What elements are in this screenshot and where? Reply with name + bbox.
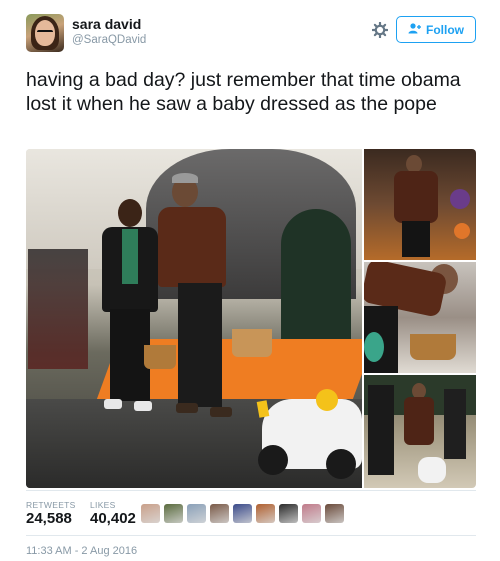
man-shoe-left: [176, 403, 198, 413]
woman-shoe-left: [104, 399, 122, 409]
likes-count: 40,402: [90, 510, 136, 527]
avatar-glasses: [37, 30, 53, 34]
photo-side-3[interactable]: [364, 375, 476, 488]
retweets-count: 24,588: [26, 510, 72, 527]
man-sweater-3: [404, 397, 434, 445]
toy-car-wheel-back: [326, 449, 356, 479]
green-door: [281, 209, 351, 339]
follow-button-label: Follow: [426, 22, 464, 37]
liker-avatar[interactable]: [233, 504, 252, 523]
toy-car-wheel-front: [258, 445, 288, 475]
media-grid: [26, 149, 476, 488]
woman-shoe-right: [134, 401, 152, 411]
divider-top: [26, 490, 476, 491]
liker-avatar[interactable]: [141, 504, 160, 523]
liker-avatar[interactable]: [256, 504, 275, 523]
man-sweater-1: [394, 171, 438, 223]
basket-3: [410, 334, 456, 360]
toy-car-3: [418, 457, 446, 483]
liker-avatar[interactable]: [279, 504, 298, 523]
user-names[interactable]: sara david @SaraQDavid: [72, 16, 146, 48]
man-shoe-right: [210, 407, 232, 417]
woman-figure-3: [368, 385, 394, 475]
woman-shirt: [122, 229, 138, 284]
likes-label: LIKES: [90, 500, 116, 510]
avatar[interactable]: [26, 14, 64, 52]
display-name[interactable]: sara david: [72, 16, 146, 33]
timestamp[interactable]: 11:33 AM - 2 Aug 2016: [26, 545, 137, 557]
photo-main[interactable]: [26, 149, 362, 488]
basket-1: [144, 345, 176, 369]
balloon-1: [450, 189, 470, 209]
user-handle[interactable]: @SaraQDavid: [72, 33, 146, 48]
liker-avatar[interactable]: [164, 504, 183, 523]
divider-bottom: [26, 535, 476, 536]
photo-side-1[interactable]: [364, 149, 476, 260]
balloon-2: [364, 332, 384, 362]
tweet-text: having a bad day? just remember that tim…: [26, 69, 461, 115]
liker-avatars: [141, 504, 344, 524]
basket-2: [232, 329, 272, 357]
liker-avatar[interactable]: [210, 504, 229, 523]
retweets-stat[interactable]: RETWEETS 24,588: [26, 500, 76, 528]
man-hair: [172, 173, 198, 183]
tweet-header: sara david @SaraQDavid Follow: [26, 14, 476, 58]
agent-suit: [444, 389, 466, 459]
liker-avatar[interactable]: [302, 504, 321, 523]
gear-icon[interactable]: [371, 21, 389, 39]
liker-avatar[interactable]: [325, 504, 344, 523]
man-pants-1: [402, 221, 430, 257]
man-sweater: [158, 207, 226, 287]
follow-button[interactable]: Follow: [396, 16, 476, 43]
man-pants: [178, 283, 222, 407]
pumpkin-1: [454, 223, 470, 239]
crowd-left: [28, 249, 88, 369]
add-person-icon: [408, 22, 421, 37]
photo-side-2[interactable]: [364, 262, 476, 373]
woman-head: [118, 199, 142, 227]
likes-stat[interactable]: LIKES 40,402: [90, 500, 136, 528]
retweets-label: RETWEETS: [26, 500, 76, 510]
toy-car-light: [316, 389, 338, 411]
liker-avatar[interactable]: [187, 504, 206, 523]
